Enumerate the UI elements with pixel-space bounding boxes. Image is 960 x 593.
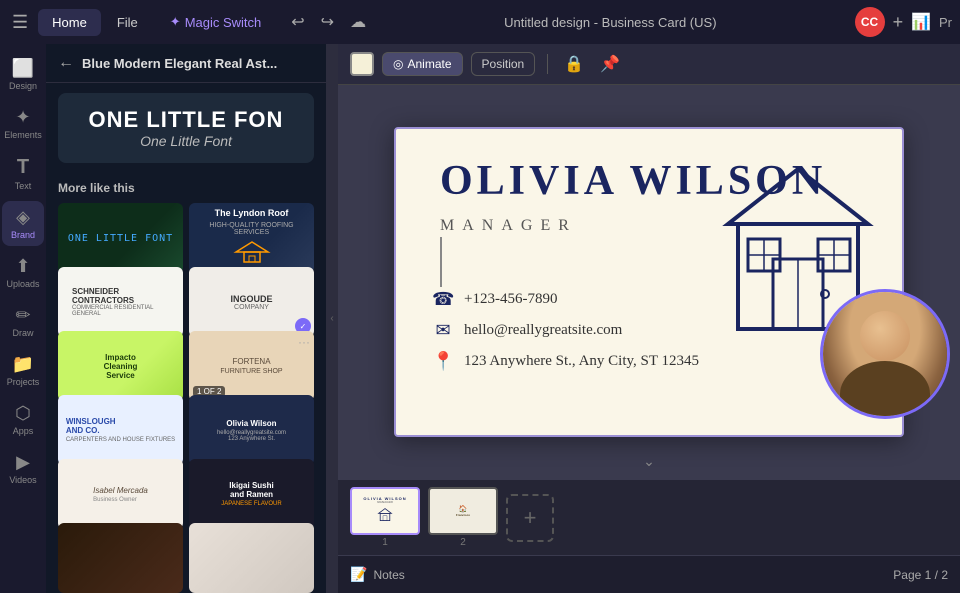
chart-icon[interactable]: 📊 bbox=[911, 12, 931, 32]
toolbar-row: ◎ Animate Position 🔒 📌 bbox=[338, 44, 960, 85]
template-card-winslough[interactable]: WINSLOUGHAND CO. CARPENTERS AND HOUSE FI… bbox=[58, 395, 183, 465]
template-card-olivia[interactable]: Olivia Wilson hello@reallygreatsite.com … bbox=[189, 395, 314, 465]
notes-icon: 📝 bbox=[350, 566, 367, 583]
add-page-button[interactable]: + bbox=[506, 494, 554, 542]
magic-switch-btn[interactable]: ✦ Magic Switch bbox=[158, 8, 273, 36]
template-card-contractors[interactable]: SCHNEIDERCONTRACTORS COMMERCIAL RESIDENT… bbox=[58, 267, 183, 337]
page-2-number: 2 bbox=[460, 537, 466, 548]
page-thumb-1-image[interactable]: OLIVIA WILSON MANAGER bbox=[350, 487, 420, 535]
sidebar-item-elements[interactable]: ✦ Elements bbox=[2, 101, 44, 146]
sidebar-item-uploads[interactable]: ⬆ Uploads bbox=[2, 250, 44, 295]
template-card-furniture[interactable]: FORTENAFURNITURE SHOP 1 OF 2 ··· bbox=[189, 331, 314, 401]
email-row: ✉ hello@reallygreatsite.com bbox=[432, 320, 699, 341]
template-card-cleaning[interactable]: ImpactoCleaningService bbox=[58, 331, 183, 401]
address-row: 📍 123 Anywhere St., Any City, ST 12345 bbox=[432, 351, 699, 372]
home-tab[interactable]: Home bbox=[38, 9, 101, 36]
notes-button[interactable]: 📝 Notes bbox=[350, 566, 405, 583]
webcam-overlay bbox=[820, 289, 950, 419]
redo-button[interactable]: ↪ bbox=[315, 8, 340, 36]
phone-text: +123-456-7890 bbox=[464, 291, 557, 308]
bottom-bar: 📝 Notes Page 1 / 2 bbox=[338, 555, 960, 593]
animate-button[interactable]: ◎ Animate bbox=[382, 52, 463, 76]
template-card-roofing[interactable]: The Lyndon Roof HIGH-QUALITY ROOFING SER… bbox=[189, 203, 314, 273]
left-panel: ← Blue Modern Elegant Real Ast... ONE LI… bbox=[46, 44, 326, 593]
pin-icon-button[interactable]: 📌 bbox=[596, 50, 624, 78]
add-button[interactable]: + bbox=[893, 12, 904, 33]
phone-row: ☎ +123-456-7890 bbox=[432, 289, 699, 310]
phone-icon: ☎ bbox=[432, 289, 454, 310]
more-options-icon[interactable]: ··· bbox=[298, 335, 310, 349]
sidebar-item-design[interactable]: ⬜ Design bbox=[2, 52, 44, 97]
toolbar-separator bbox=[547, 54, 548, 74]
page-thumb-1[interactable]: OLIVIA WILSON MANAGER 1 bbox=[350, 487, 420, 548]
page-thumb-2-image[interactable]: 🏠 Francisco bbox=[428, 487, 498, 535]
file-tab[interactable]: File bbox=[103, 9, 152, 36]
vertical-divider bbox=[440, 237, 442, 287]
notes-label: Notes bbox=[373, 568, 404, 582]
hamburger-icon[interactable]: ☰ bbox=[8, 8, 32, 37]
address-text: 123 Anywhere St., Any City, ST 12345 bbox=[464, 353, 699, 370]
topbar: ☰ Home File ✦ Magic Switch ↩ ↪ ☁ Untitle… bbox=[0, 0, 960, 44]
template-grid: ONE LITTLE FONT The Lyndon Roof HIGH-QUA… bbox=[46, 203, 326, 593]
lock-icon-button[interactable]: 🔒 bbox=[560, 50, 588, 78]
position-button[interactable]: Position bbox=[471, 52, 536, 76]
person-title: MANAGER bbox=[440, 217, 577, 235]
chevron-down-container[interactable]: ⌄ bbox=[643, 453, 655, 471]
template-card-ikigai[interactable]: Ikigai Sushiand Ramen JAPANESE FLAVOUR bbox=[189, 459, 314, 529]
draw-icon: ✏ bbox=[15, 305, 30, 326]
font-preview-line2: One Little Font bbox=[140, 133, 232, 149]
webcam-person bbox=[823, 292, 947, 416]
star-icon: ✦ bbox=[170, 14, 181, 30]
location-icon: 📍 bbox=[432, 351, 454, 372]
sidebar-item-projects[interactable]: 📁 Projects bbox=[2, 348, 44, 393]
pages-strip: OLIVIA WILSON MANAGER 1 🏠 Fra bbox=[338, 479, 960, 555]
page-thumb-2[interactable]: 🏠 Francisco 2 bbox=[428, 487, 498, 548]
document-title: Untitled design - Business Card (US) bbox=[372, 15, 848, 30]
apps-icon: ⬡ bbox=[15, 403, 31, 424]
page-1-number: 1 bbox=[382, 537, 388, 548]
font-preview-line1: ONE LITTLE FON bbox=[89, 107, 284, 133]
template-card-more2[interactable] bbox=[189, 523, 314, 593]
chevron-left-icon: ‹ bbox=[330, 313, 333, 324]
sidebar-item-draw[interactable]: ✏ Draw bbox=[2, 299, 44, 344]
collapse-handle[interactable]: ‹ bbox=[326, 44, 338, 593]
font-preview: ONE LITTLE FON One Little Font bbox=[58, 93, 314, 163]
elements-icon: ✦ bbox=[15, 107, 30, 128]
chevron-down-icon: ⌄ bbox=[643, 453, 655, 469]
cloud-icon: ☁ bbox=[350, 12, 366, 32]
undo-button[interactable]: ↩ bbox=[285, 8, 310, 36]
animate-icon: ◎ bbox=[393, 57, 403, 71]
template-card-dark-green[interactable]: ONE LITTLE FONT bbox=[58, 203, 183, 273]
template-card-ingoude[interactable]: INGOUDE COMPANY ✓ bbox=[189, 267, 314, 337]
canvas-scroll[interactable]: OLIVIA WILSON MANAGER ☎ +123-456-7890 ✉ … bbox=[338, 85, 960, 479]
page-indicator: Page 1 / 2 bbox=[893, 568, 948, 582]
template-card-isabel[interactable]: Isabel Mercada Business Owner bbox=[58, 459, 183, 529]
sidebar-item-brand[interactable]: ◈ Brand bbox=[2, 201, 44, 246]
email-text: hello@reallygreatsite.com bbox=[464, 322, 622, 339]
panel-title: Blue Modern Elegant Real Ast... bbox=[82, 56, 314, 71]
contact-info: ☎ +123-456-7890 ✉ hello@reallygreatsite.… bbox=[432, 289, 699, 382]
more-like-this-label: More like this bbox=[46, 173, 326, 203]
sidebar-item-videos[interactable]: ▶ Videos bbox=[2, 446, 44, 491]
color-swatch[interactable] bbox=[350, 52, 374, 76]
sidebar-item-text[interactable]: T Text bbox=[2, 150, 44, 197]
videos-icon: ▶ bbox=[16, 452, 30, 473]
avatar[interactable]: CC bbox=[855, 7, 885, 37]
icon-bar: ⬜ Design ✦ Elements T Text ◈ Brand ⬆ Upl… bbox=[0, 44, 46, 593]
design-icon: ⬜ bbox=[12, 58, 34, 79]
projects-icon: 📁 bbox=[12, 354, 34, 375]
present-button[interactable]: Pr bbox=[939, 15, 952, 30]
back-button[interactable]: ← bbox=[58, 54, 74, 72]
sidebar-item-apps[interactable]: ⬡ Apps bbox=[2, 397, 44, 442]
template-card-more1[interactable] bbox=[58, 523, 183, 593]
panel-header: ← Blue Modern Elegant Real Ast... bbox=[46, 44, 326, 83]
canvas-area: ◎ Animate Position 🔒 📌 OLIVIA WILSON MAN… bbox=[338, 44, 960, 593]
email-icon: ✉ bbox=[432, 320, 454, 341]
brand-icon: ◈ bbox=[16, 207, 30, 228]
uploads-icon: ⬆ bbox=[15, 256, 30, 277]
text-icon: T bbox=[17, 156, 29, 179]
